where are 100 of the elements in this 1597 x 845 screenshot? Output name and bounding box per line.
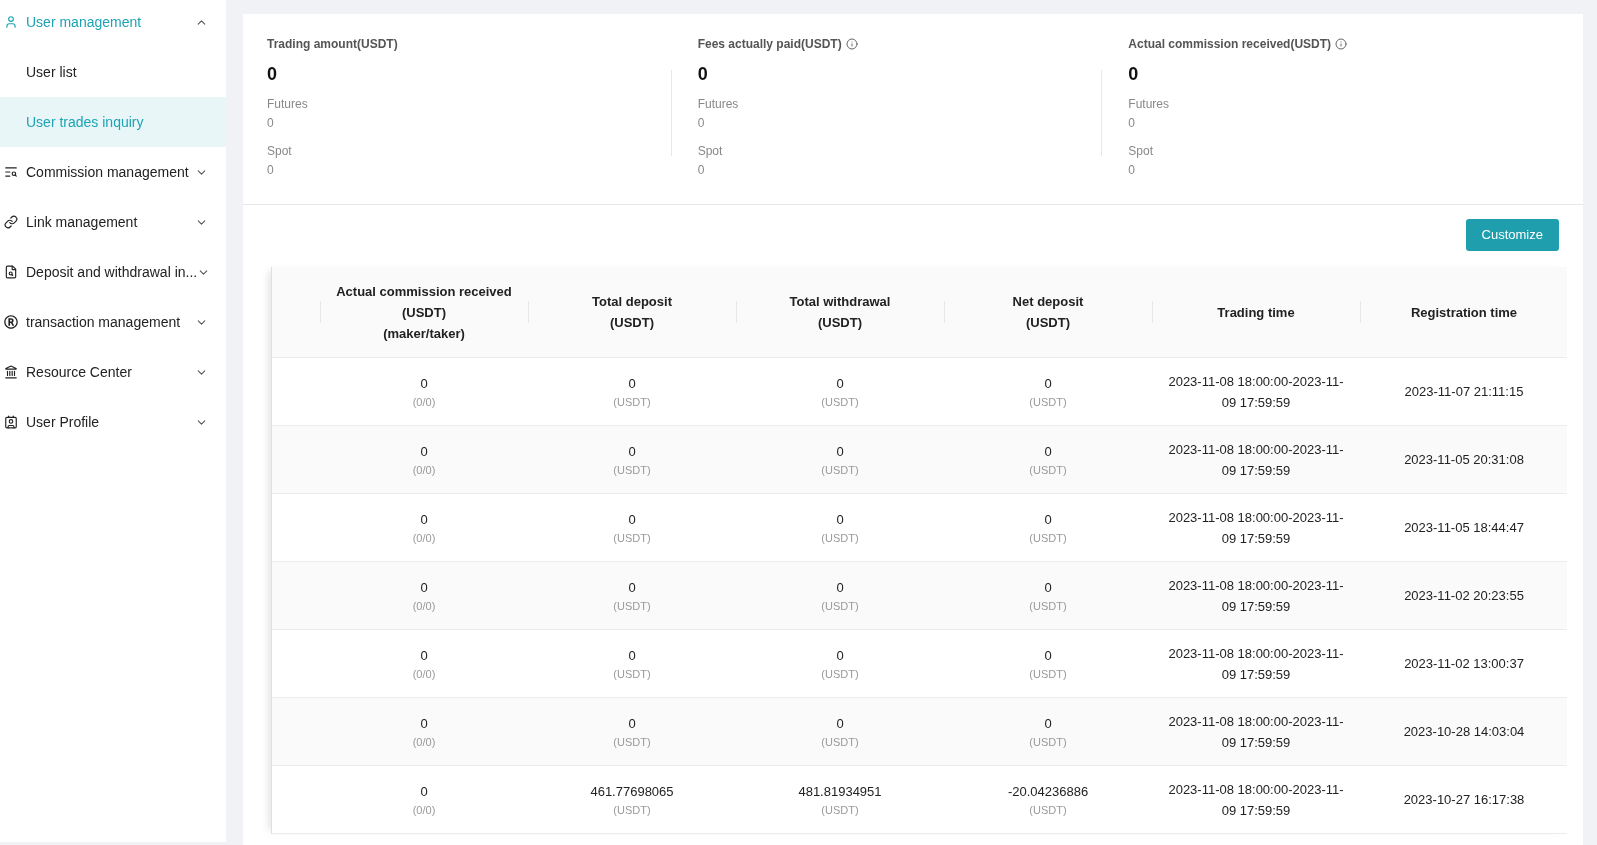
table-cell-text: 481.81934951	[798, 783, 882, 801]
registered-icon	[4, 315, 18, 329]
sidebar-submenu-item[interactable]: User list	[0, 47, 226, 97]
column-header: Net deposit (USDT)	[1012, 293, 1084, 332]
stat-title: Fees actually paid(USDT)	[697, 36, 842, 53]
table-cell-text: 0	[420, 715, 428, 733]
table-cell-text: 0	[836, 511, 844, 529]
sidebar-menu-item[interactable]: Resource Center	[0, 353, 226, 391]
table-cell-text: 0	[836, 375, 844, 393]
cell-unit: (USDT)	[613, 803, 651, 818]
column-header: Trading time	[1217, 303, 1295, 322]
cell-unit: (USDT)	[821, 735, 859, 750]
cell-unit: (0/0)	[412, 395, 436, 410]
stat-title: Actual commission received(USDT)	[1128, 36, 1332, 53]
stat-label: Spot	[1128, 143, 1153, 159]
sidebar-menu-item[interactable]: Deposit and withdrawal in...	[0, 253, 226, 291]
table-cell-text: 0	[420, 647, 428, 665]
stat-value: 0	[1128, 115, 1135, 131]
cell-unit: (USDT)	[1029, 803, 1067, 818]
table-cell-text: 0	[1044, 443, 1052, 461]
table-cell-text: 0	[420, 579, 428, 597]
stat-value: 0	[697, 115, 705, 131]
table-cell-text: 2023-11-07 21:11:15	[1404, 383, 1524, 401]
table-cell-text: 2023-11-08 18:00:00-2023-11-09 17:59:59	[1167, 508, 1345, 548]
sidebar-menu-item[interactable]: transaction management	[0, 303, 226, 341]
stat-label: Spot	[697, 143, 723, 159]
stat-value: 0	[267, 115, 274, 131]
table-cell-text: 2023-11-08 18:00:00-2023-11-09 17:59:59	[1167, 576, 1345, 616]
cell-unit: (0/0)	[412, 667, 436, 682]
column-header: Total withdrawal (USDT)	[789, 293, 891, 332]
table-cell-text: 2023-11-08 18:00:00-2023-11-09 17:59:59	[1167, 440, 1345, 480]
stat-label: Futures	[1128, 96, 1169, 112]
table-cell-text: 0	[628, 375, 636, 393]
cell-unit: (USDT)	[1029, 667, 1067, 682]
table-cell-text: 2023-11-02 13:00:37	[1404, 655, 1524, 673]
sidebar-menu-item[interactable]: Commission management	[0, 153, 226, 191]
cell-unit: (USDT)	[821, 395, 859, 410]
cell-unit: (0/0)	[412, 463, 436, 478]
cell-unit: (USDT)	[613, 667, 651, 682]
table-cell-text: 2023-10-27 16:17:38	[1403, 791, 1525, 809]
cell-unit: (USDT)	[613, 463, 651, 478]
table-cell-text: 0	[1044, 647, 1052, 665]
stat-value: 0	[267, 162, 274, 178]
table-cell-text: 0	[628, 647, 636, 665]
cell-unit: (USDT)	[1029, 735, 1067, 750]
cell-unit: (0/0)	[412, 735, 436, 750]
table-cell-text: 0	[420, 783, 428, 801]
table-cell-text: 0	[836, 579, 844, 597]
table-cell-text: 0	[420, 443, 428, 461]
table-cell-text: 2023-11-08 18:00:00-2023-11-09 17:59:59	[1167, 780, 1345, 820]
cell-unit: (USDT)	[821, 463, 859, 478]
cell-unit: (USDT)	[821, 531, 859, 546]
column-header: Registration time	[1410, 303, 1518, 322]
table-cell-text: 0	[1044, 511, 1052, 529]
cell-unit: (USDT)	[821, 599, 859, 614]
table-cell-text: 0	[420, 511, 428, 529]
table-cell-text: 0	[1044, 579, 1052, 597]
table-cell-text: 2023-11-08 18:00:00-2023-11-09 17:59:59	[1167, 372, 1345, 412]
cell-unit: (USDT)	[613, 735, 651, 750]
cell-unit: (USDT)	[1029, 599, 1067, 614]
stat-label: Futures	[267, 96, 308, 112]
stat-value: 0	[1128, 162, 1135, 178]
stat-total: 0	[267, 64, 277, 84]
table-cell-text: 2023-11-02 20:23:55	[1404, 587, 1524, 605]
table-cell-text: 0	[420, 375, 428, 393]
document-search-icon	[4, 265, 18, 279]
table-cell-text: 0	[628, 511, 636, 529]
stat-label: Spot	[267, 143, 292, 159]
user-icon	[4, 15, 18, 29]
sidebar-menu-item[interactable]: Link management	[0, 203, 226, 241]
list-search-icon	[4, 165, 18, 179]
table-cell-text: 0	[628, 443, 636, 461]
stat-label: Futures	[697, 96, 739, 112]
cell-unit: (0/0)	[412, 803, 436, 818]
cell-unit: (USDT)	[613, 395, 651, 410]
cell-unit: (USDT)	[1029, 395, 1067, 410]
column-header: Actual commission received (USDT) (maker/taker)	[336, 282, 512, 343]
table-cell-text: 0	[1044, 715, 1052, 733]
table-cell-text: 2023-11-05 20:31:08	[1404, 451, 1524, 469]
cell-unit: (0/0)	[412, 531, 436, 546]
cell-unit: (USDT)	[613, 599, 651, 614]
stat-title: Trading amount(USDT)	[267, 36, 398, 53]
cell-unit: (USDT)	[1029, 531, 1067, 546]
cell-unit: (USDT)	[821, 803, 859, 818]
column-header: Total deposit (USDT)	[592, 293, 672, 332]
cell-unit: (0/0)	[412, 599, 436, 614]
table-cell-text: 0	[628, 579, 636, 597]
table-cell-text: 461.77698065	[590, 783, 674, 801]
table-cell-text: 2023-10-28 14:03:04	[1403, 723, 1525, 741]
stat-total: 0	[697, 64, 708, 84]
table-cell-text: 0	[628, 715, 636, 733]
table-cell-text: 0	[836, 443, 844, 461]
bank-building-icon	[4, 365, 18, 379]
sidebar-menu-item[interactable]: User Profile	[0, 403, 226, 441]
link-icon	[4, 215, 18, 229]
cell-unit: (USDT)	[613, 531, 651, 546]
table-cell-text: 2023-11-08 18:00:00-2023-11-09 17:59:59	[1167, 644, 1345, 684]
table-cell-text: 2023-11-08 18:00:00-2023-11-09 17:59:59	[1167, 712, 1345, 752]
contact-card-icon	[4, 415, 18, 429]
stat-value: 0	[697, 162, 705, 178]
